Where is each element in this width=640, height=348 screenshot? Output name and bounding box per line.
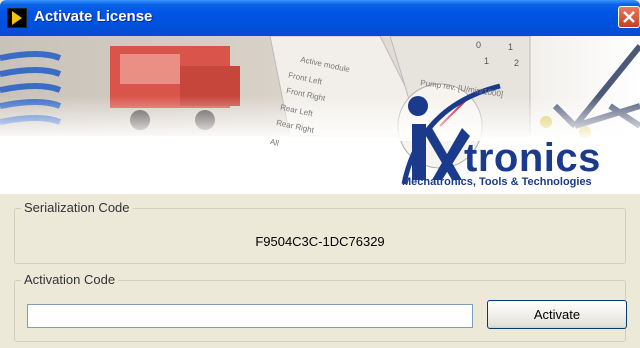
activate-license-dialog: Activate License Active module Front Lef… [0,0,640,348]
logo-tagline: Mechatronics, Tools & Technologies [402,176,592,188]
serialization-groupbox: Serialization Code F9504C3C-1DC76329 [14,200,626,264]
table-number: 0 [476,40,482,50]
close-button[interactable] [618,6,640,28]
serialization-label: Serialization Code [21,200,133,215]
table-number: 2 [514,58,520,68]
close-icon [623,11,635,23]
title-bar[interactable]: Activate License [0,0,640,36]
table-number: 1 [484,56,490,66]
activate-button[interactable]: Activate [487,300,627,329]
activation-label: Activation Code [21,272,119,287]
logo-wordmark: tronics [464,136,601,180]
serialization-code-value: F9504C3C-1DC76329 [255,234,385,249]
play-triangle-icon [7,8,27,28]
module-option: All [269,137,280,148]
banner-image: Active module Front Left Front Right Rea… [0,36,640,194]
window-title: Activate License [34,8,153,25]
table-number: 1 [508,42,514,52]
activation-code-input[interactable] [27,304,473,328]
